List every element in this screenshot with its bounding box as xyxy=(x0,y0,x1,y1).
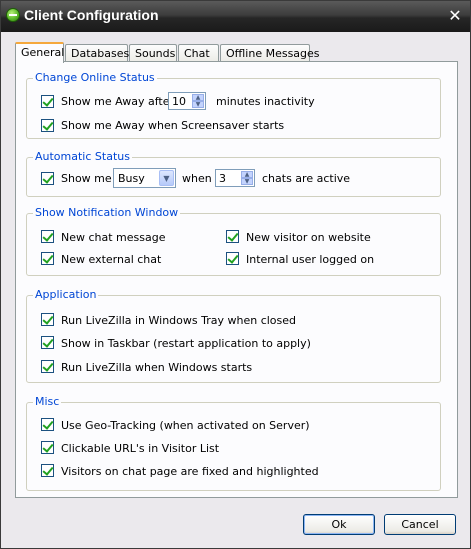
misc-group: Misc Use Geo-Tracking (when activated on… xyxy=(26,395,441,491)
tab-offline-messages[interactable]: Offline Messages xyxy=(220,44,320,62)
clickable-urls-label: Clickable URL's in Visitor List xyxy=(61,442,220,455)
status-select-value: Busy xyxy=(118,172,145,185)
geo-tracking-label: Use Geo-Tracking (when activated on Serv… xyxy=(61,419,310,432)
group-title: Show Notification Window xyxy=(33,206,181,219)
stepper-up-icon[interactable]: ▲ xyxy=(192,94,204,101)
stepper-down-icon[interactable]: ▼ xyxy=(241,178,253,185)
chat-count-stepper[interactable]: 3 ▲ ▼ xyxy=(215,169,255,187)
new-chat-message-label: New chat message xyxy=(61,231,166,244)
automatic-status-group: Automatic Status Show me Busy ▼ when 3 ▲… xyxy=(26,150,441,197)
run-on-startup-label: Run LiveZilla when Windows starts xyxy=(61,361,253,374)
away-after-checkbox[interactable] xyxy=(41,95,54,108)
visitors-highlighted-label: Visitors on chat page are fixed and high… xyxy=(61,465,319,478)
new-visitor-checkbox[interactable] xyxy=(226,230,239,243)
show-in-taskbar-label: Show in Taskbar (restart application to … xyxy=(61,337,311,350)
screensaver-label: Show me Away when Screensaver starts xyxy=(61,119,285,132)
run-on-startup-checkbox[interactable] xyxy=(41,360,54,373)
tab-chat[interactable]: Chat xyxy=(178,44,219,62)
tab-general[interactable]: General xyxy=(15,42,64,63)
group-title: Change Online Status xyxy=(33,71,157,84)
title-bar[interactable]: Client Configuration ✕ xyxy=(1,1,470,32)
group-title: Automatic Status xyxy=(33,150,132,163)
livezilla-app-icon xyxy=(6,8,20,22)
clickable-urls-checkbox[interactable] xyxy=(41,441,54,454)
stepper-down-icon[interactable]: ▼ xyxy=(192,101,204,108)
new-external-chat-checkbox[interactable] xyxy=(41,252,54,265)
show-me-label: Show me xyxy=(61,172,112,185)
when-label: when xyxy=(182,172,212,185)
group-title: Misc xyxy=(33,395,62,408)
geo-tracking-checkbox[interactable] xyxy=(41,418,54,431)
window-title: Client Configuration xyxy=(24,7,159,23)
away-after-label: Show me Away after xyxy=(61,95,175,108)
new-chat-message-checkbox[interactable] xyxy=(41,230,54,243)
change-online-status-group: Change Online Status Show me Away after … xyxy=(26,71,441,139)
stepper-arrows: ▲ ▼ xyxy=(241,171,253,185)
chat-count-value: 3 xyxy=(219,172,226,185)
status-select[interactable]: Busy ▼ xyxy=(113,168,176,188)
new-external-chat-label: New external chat xyxy=(61,253,162,266)
close-icon[interactable]: ✕ xyxy=(446,7,464,25)
cancel-button[interactable]: Cancel xyxy=(384,514,456,535)
show-in-taskbar-checkbox[interactable] xyxy=(41,336,54,349)
client-configuration-window: Client Configuration ✕ General Databases… xyxy=(0,0,471,549)
stepper-up-icon[interactable]: ▲ xyxy=(241,171,253,178)
chats-active-label: chats are active xyxy=(262,172,351,185)
screensaver-checkbox[interactable] xyxy=(41,119,54,132)
visitors-highlighted-checkbox[interactable] xyxy=(41,464,54,477)
chevron-down-icon[interactable]: ▼ xyxy=(159,170,174,186)
internal-user-label: Internal user logged on xyxy=(246,253,375,266)
application-group: Application Run LiveZilla in Windows Tra… xyxy=(26,288,441,383)
new-visitor-label: New visitor on website xyxy=(246,231,371,244)
run-in-tray-label: Run LiveZilla in Windows Tray when close… xyxy=(61,314,297,327)
away-minutes-stepper[interactable]: 10 ▲ ▼ xyxy=(168,92,206,110)
stepper-arrows: ▲ ▼ xyxy=(192,94,204,108)
minutes-suffix-label: minutes inactivity xyxy=(216,95,315,108)
ok-button[interactable]: Ok xyxy=(303,514,375,535)
notification-window-group: Show Notification Window New chat messag… xyxy=(26,206,441,276)
internal-user-checkbox[interactable] xyxy=(226,252,239,265)
group-title: Application xyxy=(33,288,99,301)
show-me-checkbox[interactable] xyxy=(41,172,54,185)
general-tab-panel: Change Online Status Show me Away after … xyxy=(15,61,458,498)
tab-sounds[interactable]: Sounds xyxy=(129,44,177,62)
tab-databases[interactable]: Databases xyxy=(65,44,129,62)
away-minutes-value: 10 xyxy=(172,95,186,108)
run-in-tray-checkbox[interactable] xyxy=(41,313,54,326)
